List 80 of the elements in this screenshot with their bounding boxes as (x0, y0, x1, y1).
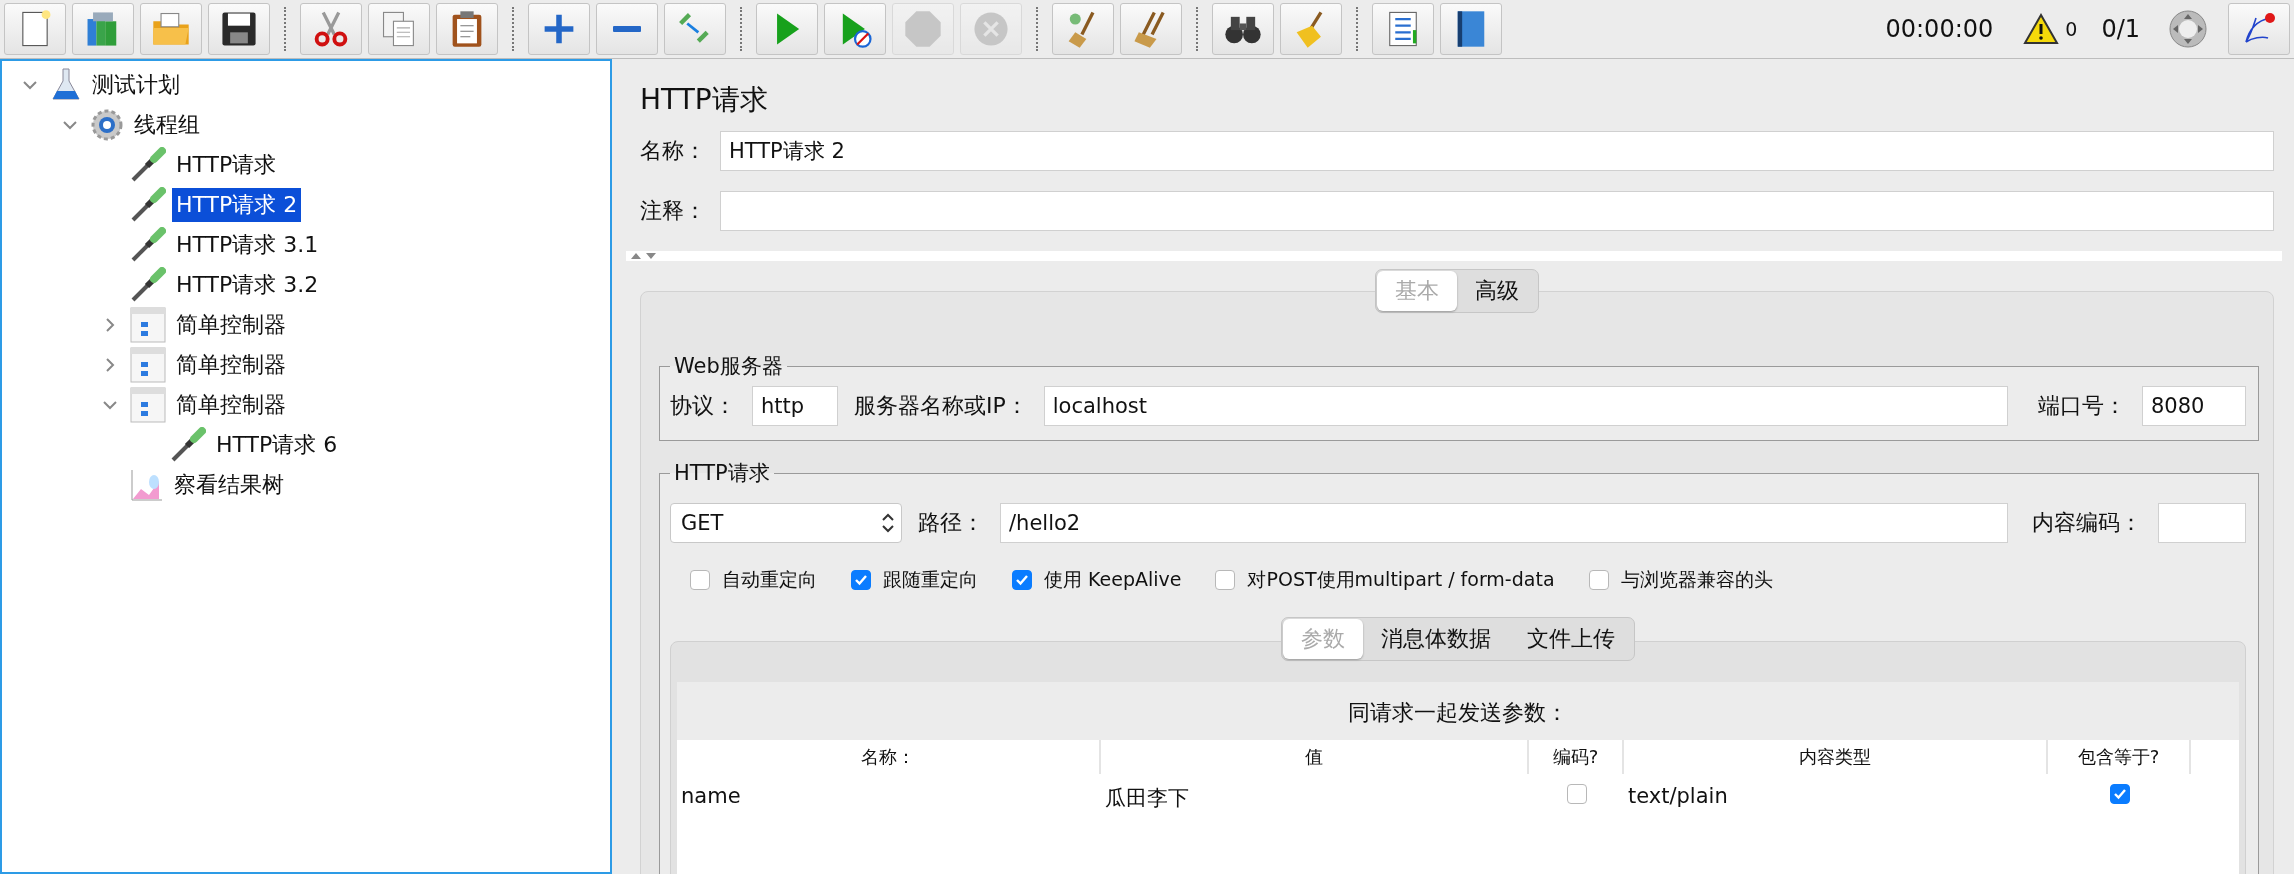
warning-icon (2023, 13, 2060, 45)
checkbox[interactable] (2109, 784, 2130, 804)
controller-icon (130, 347, 166, 383)
column-header: 内容类型 (1624, 740, 2048, 774)
field-label: 名称： (640, 137, 706, 165)
chart-icon (130, 468, 164, 502)
checkbox[interactable] (690, 570, 710, 590)
up-down-chevron-icon (881, 512, 895, 534)
column-header: 名称： (677, 740, 1101, 774)
dropper-icon (130, 267, 166, 303)
group-title: Web服务器 (673, 353, 784, 380)
thread-count: 0/1 (2101, 15, 2140, 43)
stop-sign-icon (902, 8, 944, 50)
table-cell-text: text/plain (1627, 783, 1729, 810)
checkbox-label: 跟随重定向 (883, 567, 978, 592)
path-field[interactable]: /hello2 (1000, 503, 2008, 543)
controller-icon (130, 387, 166, 423)
field-label: 端口号： (2038, 392, 2126, 420)
name-field[interactable]: HTTP请求 2 (720, 131, 2274, 171)
controller-icon (130, 307, 166, 343)
port-field[interactable]: 8080 (2142, 386, 2246, 426)
gear-icon (90, 108, 124, 142)
table-cell-text: 瓜田李下 (1104, 785, 1190, 812)
elapsed-time: 00:00:00 (1885, 15, 1994, 43)
tree-item[interactable]: 简单控制器 (172, 308, 290, 342)
tree-item[interactable]: 察看结果树 (170, 468, 288, 502)
tree-item[interactable]: HTTP请求 3.1 (172, 228, 323, 262)
method-select[interactable]: GET (670, 503, 902, 543)
dropper-icon (130, 147, 166, 183)
splitter-arrows-icon[interactable] (630, 251, 658, 261)
tree-item[interactable]: 简单控制器 (172, 388, 290, 422)
check-icon (2112, 787, 2127, 801)
flask-icon (50, 67, 82, 103)
check-icon (854, 573, 868, 587)
check-icon (1015, 573, 1029, 587)
tree-item[interactable]: HTTP请求 3.2 (172, 268, 323, 302)
table-title: 同请求一起发送参数： (677, 682, 2239, 740)
field-label: 注释： (640, 197, 706, 225)
encoding-field[interactable] (2158, 503, 2246, 543)
protocol-field[interactable]: http (752, 386, 838, 426)
tree-item[interactable]: 简单控制器 (172, 348, 290, 382)
field-label: 服务器名称或IP： (854, 392, 1028, 420)
field-label: 路径： (918, 509, 984, 537)
checkbox[interactable] (1215, 570, 1236, 590)
warning-count: 0 (2065, 18, 2078, 40)
server-field[interactable]: localhost (1043, 386, 2008, 426)
tree-item[interactable]: 线程组 (130, 108, 204, 142)
comment-field[interactable] (720, 191, 2274, 231)
tab[interactable]: 高级 (1457, 271, 1537, 311)
column-header: 编码? (1529, 740, 1624, 774)
checkbox[interactable] (851, 570, 871, 590)
logo-button[interactable] (2228, 3, 2290, 55)
tree-item[interactable]: HTTP请求 6 (212, 428, 342, 462)
dropper-icon (130, 227, 166, 263)
checkbox-label: 对POST使用multipart / form-data (1247, 567, 1555, 592)
panel-title: HTTP请求 (640, 82, 769, 118)
remote-icon[interactable] (2168, 9, 2208, 49)
column-header: 包含等于? (2048, 740, 2191, 774)
tree-item[interactable]: HTTP请求 (172, 148, 281, 182)
toolbar-button[interactable] (1212, 3, 1274, 55)
checkbox-label: 使用 KeepAlive (1044, 567, 1182, 592)
tree-item[interactable]: 测试计划 (88, 68, 184, 102)
checkbox-label: 自动重定向 (722, 567, 817, 592)
dropper-icon (130, 187, 166, 223)
field-label: 内容编码： (2032, 509, 2142, 537)
column-header: 值 (1101, 740, 1529, 774)
table-cell-text: name (680, 783, 742, 810)
dropper-icon (170, 427, 206, 463)
toolbar-button[interactable] (208, 3, 270, 55)
minus-icon (610, 25, 644, 33)
checkbox[interactable] (1012, 570, 1032, 590)
tab[interactable]: 消息体数据 (1363, 619, 1509, 659)
checkbox-label: 与浏览器兼容的头 (1620, 567, 1773, 592)
checkbox[interactable] (1566, 784, 1587, 804)
field-label: 协议： (670, 392, 736, 420)
toolbar-button[interactable] (1440, 3, 1502, 55)
tree-item[interactable]: HTTP请求 2 (172, 188, 302, 222)
tab[interactable]: 文件上传 (1509, 619, 1633, 659)
group-title: HTTP请求 (673, 460, 771, 487)
checkbox[interactable] (1588, 570, 1609, 590)
